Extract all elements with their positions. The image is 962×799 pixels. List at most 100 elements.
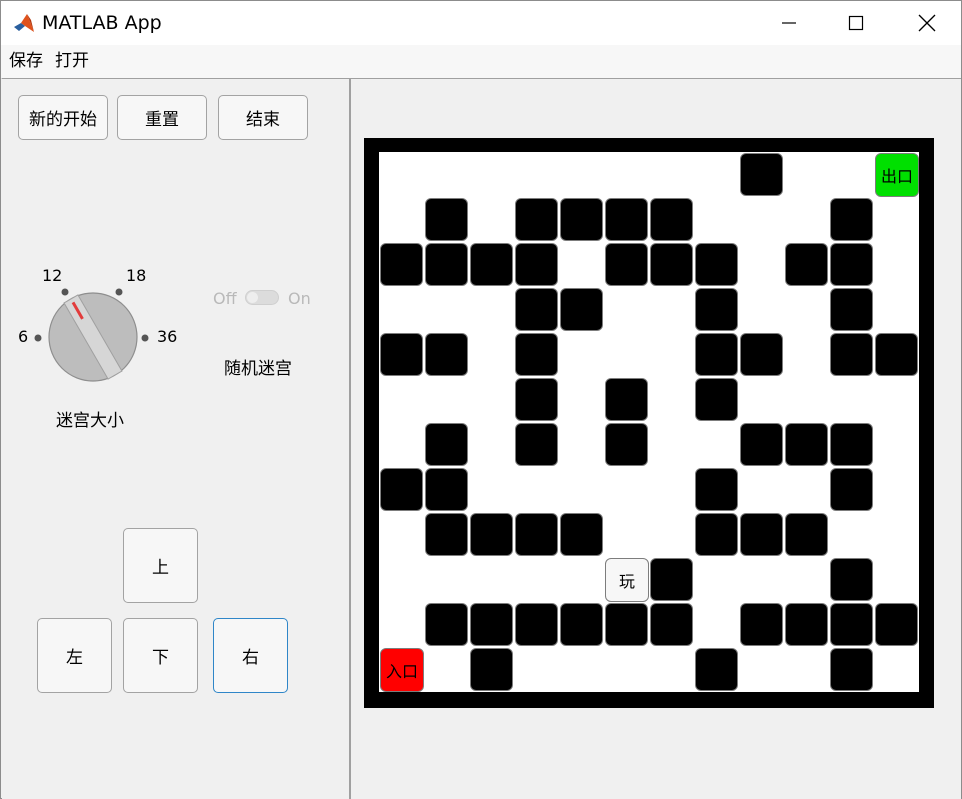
maze-wall [515, 333, 558, 376]
maze-wall [740, 333, 783, 376]
maze-wall [605, 423, 648, 466]
knob-label-12: 12 [42, 266, 63, 285]
player-cell: 玩 [605, 558, 649, 602]
maze-wall [515, 198, 558, 241]
maze-wall [425, 243, 468, 286]
maze-wall [695, 468, 738, 511]
maze-wall [515, 603, 558, 646]
minimize-icon [782, 22, 796, 24]
reset-button[interactable]: 重置 [117, 95, 207, 140]
maze-wall [650, 603, 693, 646]
maze-wall [425, 603, 468, 646]
up-button[interactable]: 上 [123, 528, 198, 603]
knob-label-36: 36 [157, 327, 178, 346]
maze-wall [830, 603, 873, 646]
maze-wall [425, 468, 468, 511]
close-button[interactable] [897, 1, 957, 45]
maze-wall [695, 333, 738, 376]
maze-wall [830, 648, 873, 691]
maze-wall [425, 333, 468, 376]
maze-wall [425, 198, 468, 241]
maze-wall [560, 198, 603, 241]
maze-wall [425, 423, 468, 466]
maze-wall [605, 198, 648, 241]
maze-wall [695, 513, 738, 556]
maze-wall [830, 423, 873, 466]
maze-wall [695, 378, 738, 421]
close-icon [918, 14, 936, 32]
maze-wall [875, 603, 918, 646]
random-maze-switch[interactable] [245, 290, 279, 305]
maze-wall [830, 468, 873, 511]
maze-wall [560, 513, 603, 556]
matlab-logo-icon [13, 12, 35, 34]
maze-wall [560, 603, 603, 646]
maze-wall [740, 603, 783, 646]
maze-wall [785, 423, 828, 466]
minimize-button[interactable] [759, 1, 819, 45]
maze-wall [470, 603, 513, 646]
maze-wall [830, 243, 873, 286]
knob-tick-36 [141, 334, 149, 342]
maze-wall [695, 243, 738, 286]
maze-wall [830, 288, 873, 331]
maze-wall [740, 153, 783, 196]
maze-wall [785, 513, 828, 556]
maze-wall [830, 198, 873, 241]
maze-wall [515, 513, 558, 556]
knob-label-6: 6 [18, 327, 29, 346]
switch-off-label: Off [213, 289, 237, 308]
maze-wall [380, 468, 423, 511]
maze-wall [515, 288, 558, 331]
maze-wall [380, 333, 423, 376]
maze-wall [695, 648, 738, 691]
maze-wall [425, 513, 468, 556]
maze-wall [380, 243, 423, 286]
window-title: MATLAB App [42, 12, 162, 34]
maze-wall [470, 648, 513, 691]
right-button[interactable]: 右 [213, 618, 288, 693]
maze-wall [515, 423, 558, 466]
maze-wall [830, 558, 873, 601]
maze-wall [875, 333, 918, 376]
maze-wall [515, 378, 558, 421]
maze-wall [605, 378, 648, 421]
maze-wall [650, 198, 693, 241]
maze-wall [605, 243, 648, 286]
maze-wall [560, 288, 603, 331]
knob-caption: 迷宫大小 [56, 411, 124, 431]
maze-wall [740, 423, 783, 466]
menu-open[interactable]: 打开 [55, 51, 89, 71]
maximize-button[interactable] [826, 1, 886, 45]
left-button[interactable]: 左 [37, 618, 112, 693]
maze-wall [785, 603, 828, 646]
knob-tick-18 [115, 288, 123, 296]
menu-bar: 保存 打开 [1, 45, 961, 79]
switch-on-label: On [288, 289, 311, 308]
maze-wall [830, 333, 873, 376]
menu-save[interactable]: 保存 [9, 51, 43, 71]
entrance-cell: 入口 [380, 648, 424, 692]
knob-label-18: 18 [126, 266, 147, 285]
maze-wall [650, 243, 693, 286]
maze-wall [515, 243, 558, 286]
new-start-button[interactable]: 新的开始 [18, 95, 108, 140]
knob-tick-12 [61, 288, 69, 296]
maximize-icon [848, 15, 864, 31]
down-button[interactable]: 下 [123, 618, 198, 693]
title-bar: MATLAB App [1, 1, 961, 45]
end-button[interactable]: 结束 [218, 95, 308, 140]
maze-wall [785, 243, 828, 286]
maze-wall [650, 558, 693, 601]
maze-wall [695, 288, 738, 331]
maze-wall [470, 513, 513, 556]
switch-thumb [247, 292, 258, 303]
maze-grid: 出口玩入口 [379, 152, 919, 692]
maze-wall [740, 513, 783, 556]
knob-tick-6 [34, 334, 42, 342]
maze-size-knob[interactable] [30, 280, 150, 390]
switch-caption: 随机迷宫 [224, 359, 292, 379]
exit-cell: 出口 [875, 153, 919, 197]
maze-wall [470, 243, 513, 286]
maze-wall [605, 603, 648, 646]
